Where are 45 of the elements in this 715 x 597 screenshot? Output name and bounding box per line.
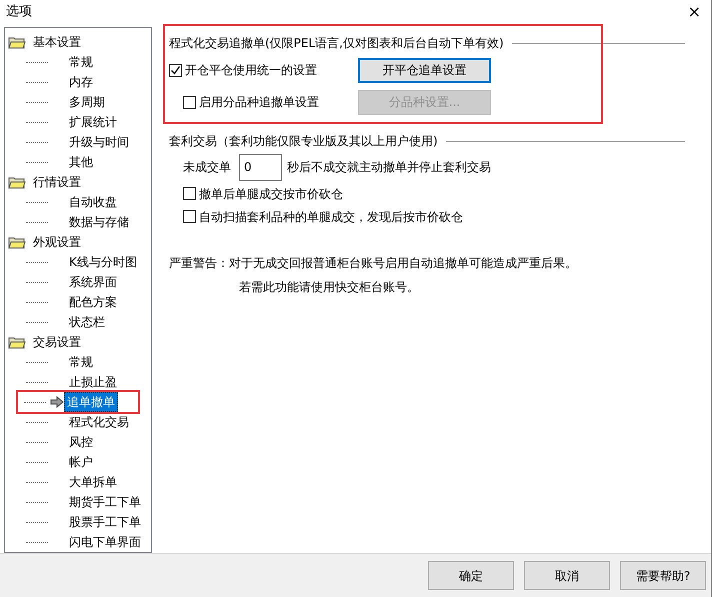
tree-item[interactable]: 其他 [66, 152, 96, 172]
tree-group[interactable]: 外观设置 [30, 232, 84, 252]
tree-item[interactable]: 状态栏 [66, 312, 108, 332]
tree-item[interactable]: 数据与存储 [66, 212, 132, 232]
tree-item[interactable]: 系统界面 [66, 272, 120, 292]
dialog-button[interactable]: 取消 [524, 561, 610, 590]
tree-group[interactable]: 交易设置 [30, 332, 84, 352]
dialog-button[interactable]: 需要帮助? [620, 561, 706, 590]
tree-group[interactable]: 行情设置 [30, 172, 84, 192]
tree-item[interactable]: 扩展统计 [66, 112, 120, 132]
field-label: 未成交单 [183, 159, 231, 176]
arrow-icon [50, 396, 64, 408]
tree-group[interactable]: 基本设置 [30, 32, 84, 52]
checkbox[interactable]: 撤单后单腿成交按市价砍仓 [183, 184, 343, 203]
tree-item[interactable]: 常规 [66, 352, 96, 372]
field-suffix: 秒后不成交就主动撤单并停止套利交易 [287, 159, 491, 176]
tree-item[interactable]: 常规 [66, 52, 96, 72]
tree-item[interactable]: 追单撤单 [64, 392, 118, 412]
tree-item[interactable]: 内存 [66, 72, 96, 92]
settings-button[interactable]: 开平仓追单设置 [358, 58, 491, 83]
tree-item[interactable]: 程式化交易 [66, 412, 132, 432]
dialog-button[interactable]: 确定 [428, 561, 514, 590]
timeout-input[interactable]: 0 [239, 154, 282, 181]
close-button[interactable]: × [684, 4, 705, 20]
tree-item[interactable]: 大单拆单 [66, 472, 120, 492]
tree-item[interactable]: 期货手工下单 [66, 492, 144, 512]
tree-item[interactable]: 股票手工下单 [66, 512, 144, 532]
warning-text: 严重警告：对于无成交回报普通柜台账号启用自动追撤单可能造成严重后果。 [169, 255, 578, 272]
window-title: 选项 [6, 3, 32, 22]
checkbox[interactable]: 开仓平仓使用统一的设置 [169, 61, 359, 80]
tree-item[interactable]: 闪电下单界面 [66, 532, 144, 552]
tree-item[interactable]: 自动收盘 [66, 192, 120, 212]
check-icon [170, 64, 181, 76]
section-title: 套利交易（套利功能仅限专业版及其以上用户使用) [169, 133, 438, 150]
tree-item[interactable]: K线与分时图 [66, 252, 140, 272]
tree-item[interactable]: 帐户 [66, 452, 96, 472]
warning-text: 若需此功能请使用快交柜台账号。 [238, 279, 419, 296]
tree-item[interactable]: 配色方案 [66, 292, 120, 312]
checkbox[interactable]: 启用分品种追撤单设置 [169, 93, 359, 112]
tree-item[interactable]: 止损止盈 [66, 372, 120, 392]
section-title: 程式化交易追撤单(仅限PEL语言,仅对图表和后台自动下单有效) [169, 35, 504, 52]
tree-item[interactable]: 多周期 [66, 92, 108, 112]
tree-item[interactable]: 风控 [66, 432, 96, 452]
tree-item[interactable]: 升级与时间 [66, 132, 132, 152]
checkbox[interactable]: 自动扫描套利品种的单腿成交，发现后按市价砍仓 [183, 208, 463, 226]
